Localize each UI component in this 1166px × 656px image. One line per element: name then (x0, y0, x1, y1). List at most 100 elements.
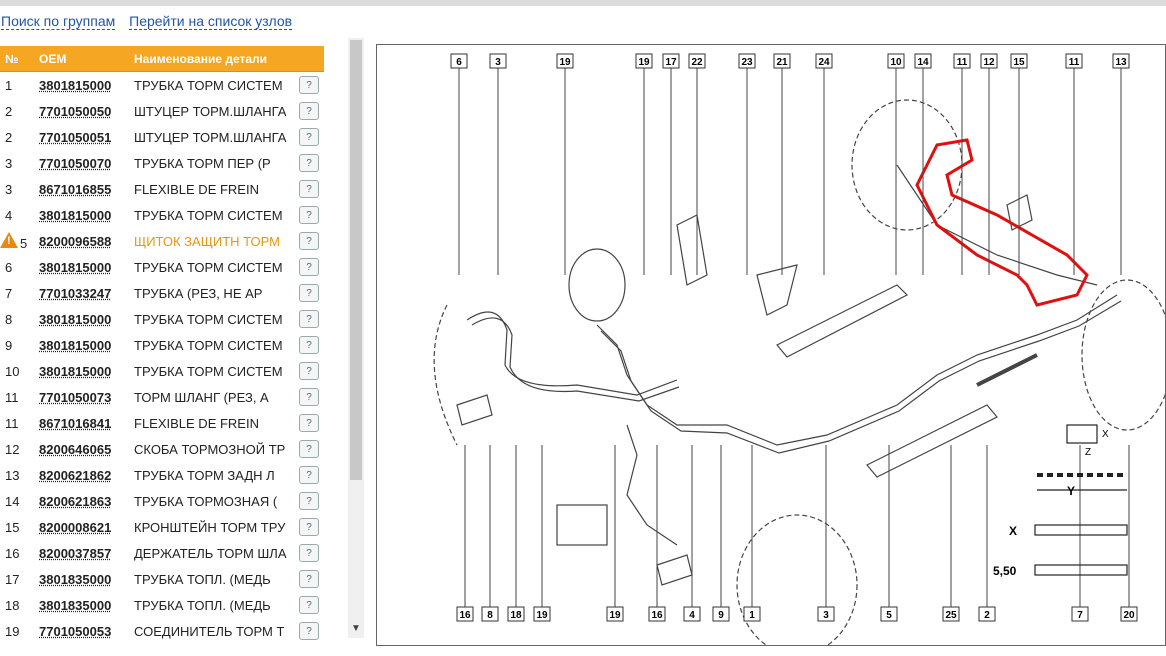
callout-bottom[interactable]: 19 (533, 445, 551, 622)
oem-link[interactable]: 8200621863 (36, 494, 134, 509)
oem-link[interactable]: 8200008621 (36, 520, 134, 535)
oem-link[interactable]: 7701050050 (36, 104, 134, 119)
table-row[interactable]: 9 3801815000 ТРУБКА ТОРМ СИСТЕМ? (0, 332, 324, 358)
table-row[interactable]: 3 7701050070 ТРУБКА ТОРМ ПЕР (Р? (0, 150, 324, 176)
table-row[interactable]: 6 3801815000 ТРУБКА ТОРМ СИСТЕМ? (0, 254, 324, 280)
table-row[interactable]: 14 8200621863 ТРУБКА ТОРМОЗНАЯ (? (0, 488, 324, 514)
oem-link[interactable]: 8200621862 (36, 468, 134, 483)
table-row[interactable]: 13 8200621862 ТРУБКА ТОРМ ЗАДН Л? (0, 462, 324, 488)
callout-bottom[interactable]: 1 (743, 445, 761, 622)
callout-top[interactable]: 24 (815, 53, 833, 275)
callout-top[interactable]: 11 (953, 53, 971, 275)
oem-link[interactable]: 8200646065 (36, 442, 134, 457)
parts-scrollbar[interactable]: ▼ (348, 38, 364, 638)
table-row[interactable]: 3 8671016855 FLEXIBLE DE FREIN? (0, 176, 324, 202)
callout-bottom[interactable]: 18 (507, 445, 525, 622)
callout-bottom[interactable]: 16 (648, 445, 666, 622)
oem-link[interactable]: 7701050051 (36, 130, 134, 145)
callout-bottom[interactable]: 3 (817, 445, 835, 622)
info-bubble-icon[interactable]: ? (299, 414, 319, 432)
info-bubble-icon[interactable]: ? (299, 518, 319, 536)
oem-link[interactable]: 7701033247 (36, 286, 134, 301)
info-bubble-icon[interactable]: ? (299, 388, 319, 406)
oem-link[interactable]: 8200096588 (36, 234, 134, 249)
callout-bottom[interactable]: 4 (683, 445, 701, 622)
callout-top[interactable]: 19 (556, 53, 574, 275)
callout-top[interactable]: 23 (738, 53, 756, 275)
callout-top[interactable]: 17 (662, 53, 680, 275)
info-bubble-icon[interactable]: ? (299, 362, 319, 380)
info-bubble-icon[interactable]: ? (299, 76, 319, 94)
info-bubble-icon[interactable]: ? (299, 570, 319, 588)
info-bubble-icon[interactable]: ? (299, 440, 319, 458)
callout-bottom[interactable]: 25 (942, 445, 960, 622)
oem-link[interactable]: 3801815000 (36, 260, 134, 275)
callout-top[interactable]: 15 (1010, 53, 1028, 275)
info-bubble-icon[interactable]: ? (299, 336, 319, 354)
callout-top[interactable]: 11 (1065, 53, 1083, 275)
oem-link[interactable]: 7701050073 (36, 390, 134, 405)
callout-bottom[interactable]: 19 (606, 445, 624, 622)
callout-bottom[interactable]: 16 (456, 445, 474, 622)
oem-link[interactable]: 3801815000 (36, 208, 134, 223)
callout-bottom[interactable]: 9 (712, 445, 730, 622)
callout-top[interactable]: 13 (1112, 53, 1130, 275)
info-bubble-icon[interactable]: ? (299, 284, 319, 302)
callout-bottom[interactable]: 7 (1071, 445, 1089, 622)
oem-link[interactable]: 3801835000 (36, 598, 134, 613)
oem-link[interactable]: 3801815000 (36, 338, 134, 353)
oem-link[interactable]: 3801815000 (36, 78, 134, 93)
table-row[interactable]: 19 7701050053 СОЕДИНИТЕЛЬ ТОРМ Т? (0, 618, 324, 644)
table-row[interactable]: 16 8200037857 ДЕРЖАТЕЛЬ ТОРМ ШЛА? (0, 540, 324, 566)
table-row[interactable]: 2 7701050051 ШТУЦЕР ТОРМ.ШЛАНГА? (0, 124, 324, 150)
callout-top[interactable]: 19 (635, 53, 653, 275)
scroll-down-arrow-icon[interactable]: ▼ (351, 623, 361, 634)
info-bubble-icon[interactable]: ? (299, 232, 319, 250)
info-bubble-icon[interactable]: ? (299, 102, 319, 120)
table-row[interactable]: 11 8671016841 FLEXIBLE DE FREIN? (0, 410, 324, 436)
oem-link[interactable]: 8671016841 (36, 416, 134, 431)
info-bubble-icon[interactable]: ? (299, 154, 319, 172)
callout-top[interactable]: 12 (980, 53, 998, 275)
info-bubble-icon[interactable]: ? (299, 258, 319, 276)
callout-bottom[interactable]: 20 (1120, 445, 1138, 622)
go-to-nodes-list-link[interactable]: Перейти на список узлов (129, 13, 293, 30)
oem-link[interactable]: 3801815000 (36, 312, 134, 327)
table-row[interactable]: ! 5 8200096588 ЩИТОК ЗАЩИТН ТОРМ? (0, 228, 324, 254)
table-row[interactable]: 2 7701050050 ШТУЦЕР ТОРМ.ШЛАНГА? (0, 98, 324, 124)
table-row[interactable]: 10 3801815000 ТРУБКА ТОРМ СИСТЕМ? (0, 358, 324, 384)
callout-top[interactable]: 10 (887, 53, 905, 275)
info-bubble-icon[interactable]: ? (299, 492, 319, 510)
callout-top[interactable]: 21 (773, 53, 791, 275)
oem-link[interactable]: 8200037857 (36, 546, 134, 561)
info-bubble-icon[interactable]: ? (299, 544, 319, 562)
info-bubble-icon[interactable]: ? (299, 622, 319, 640)
callout-bottom[interactable]: 2 (978, 445, 996, 622)
table-row[interactable]: 7 7701033247 ТРУБКА (РЕЗ, НЕ АР? (0, 280, 324, 306)
info-bubble-icon[interactable]: ? (299, 596, 319, 614)
table-row[interactable]: 8 3801815000 ТРУБКА ТОРМ СИСТЕМ? (0, 306, 324, 332)
table-row[interactable]: 15 8200008621 КРОНШТЕЙН ТОРМ ТРУ? (0, 514, 324, 540)
callout-top[interactable]: 6 (450, 53, 468, 275)
table-row[interactable]: 1 3801815000 ТРУБКА ТОРМ СИСТЕМ? (0, 72, 324, 98)
info-bubble-icon[interactable]: ? (299, 206, 319, 224)
info-bubble-icon[interactable]: ? (299, 466, 319, 484)
oem-link[interactable]: 7701050070 (36, 156, 134, 171)
table-row[interactable]: 4 3801815000 ТРУБКА ТОРМ СИСТЕМ? (0, 202, 324, 228)
callout-top[interactable]: 3 (489, 53, 507, 275)
info-bubble-icon[interactable]: ? (299, 128, 319, 146)
oem-link[interactable]: 8671016855 (36, 182, 134, 197)
table-row[interactable]: 17 3801835000 ТРУБКА ТОПЛ. (МЕДЬ? (0, 566, 324, 592)
oem-link[interactable]: 3801835000 (36, 572, 134, 587)
oem-link[interactable]: 3801815000 (36, 364, 134, 379)
search-by-groups-link[interactable]: Поиск по группам (1, 13, 116, 30)
oem-link[interactable]: 7701050053 (36, 624, 134, 639)
info-bubble-icon[interactable]: ? (299, 180, 319, 198)
table-row[interactable]: 12 8200646065 СКОБА ТОРМОЗНОЙ ТР? (0, 436, 324, 462)
scrollbar-thumb[interactable] (350, 40, 362, 480)
callout-bottom[interactable]: 8 (481, 445, 499, 622)
callout-bottom[interactable]: 5 (880, 445, 898, 622)
table-row[interactable]: 18 3801835000 ТРУБКА ТОПЛ. (МЕДЬ? (0, 592, 324, 618)
info-bubble-icon[interactable]: ? (299, 310, 319, 328)
table-row[interactable]: 11 7701050073 ТОРМ ШЛАНГ (РЕЗ, А? (0, 384, 324, 410)
